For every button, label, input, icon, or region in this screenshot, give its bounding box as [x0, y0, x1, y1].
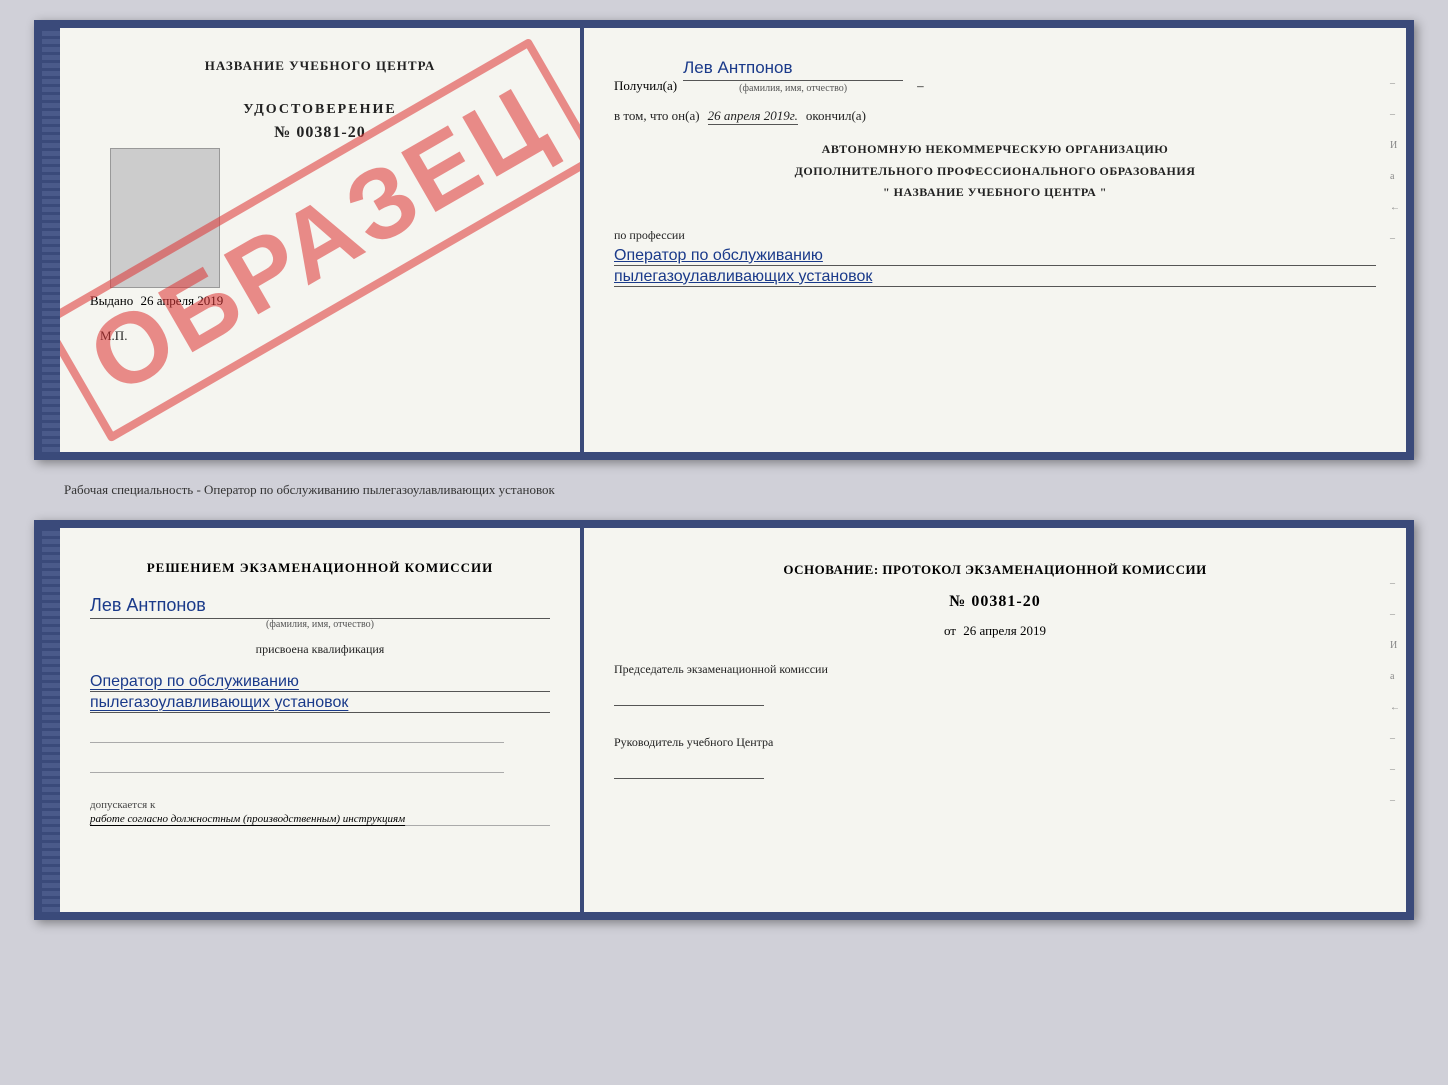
profession-value-line1: Оператор по обслуживанию	[614, 247, 1376, 266]
profession-section: по профессии Оператор по обслуживанию пы…	[614, 218, 1376, 287]
org-block: АВТОНОМНУЮ НЕКОММЕРЧЕСКУЮ ОРГАНИЗАЦИЮ ДО…	[614, 139, 1376, 204]
allowed-section: допускается к работе согласно должностны…	[90, 795, 550, 826]
blank-line-2	[90, 755, 504, 773]
completed-date: 26 апреля 2019г.	[708, 108, 798, 125]
director-block: Руководитель учебного Центра	[614, 734, 1376, 779]
basis-label: Основание: протокол экзаменационной коми…	[614, 558, 1376, 581]
qualification-line2: пылегазоулавливающих установок	[90, 694, 550, 713]
recipient-line: Получил(а) Лев Антпонов (фамилия, имя, о…	[614, 58, 1376, 94]
org-line1: АВТОНОМНУЮ НЕКОММЕРЧЕСКУЮ ОРГАНИЗАЦИЮ	[614, 139, 1376, 161]
doc-spine-left	[42, 28, 60, 452]
fio-sublabel-bottom: (фамилия, имя, отчество)	[90, 619, 550, 630]
bottom-doc-left-panel: Решением экзаменационной комиссии Лев Ан…	[60, 528, 580, 912]
issued-date: 26 апреля 2019	[141, 293, 224, 308]
chairman-block: Председатель экзаменационной комиссии	[614, 661, 1376, 706]
chairman-signature-line	[614, 686, 764, 706]
profession-label: по профессии	[614, 228, 1376, 243]
separator-text: Рабочая специальность - Оператор по обсл…	[34, 478, 1414, 502]
photo-placeholder	[110, 148, 220, 288]
doc-title: НАЗВАНИЕ УЧЕБНОГО ЦЕНТРА	[205, 58, 436, 74]
fio-sublabel: (фамилия, имя, отчество)	[683, 83, 903, 94]
qualification-section: Оператор по обслуживанию пылегазоулавлив…	[90, 669, 550, 713]
blank-line-1	[90, 725, 504, 743]
mp-label: М.П.	[100, 328, 127, 344]
protocol-date-prefix: от	[944, 623, 956, 638]
side-marks-top: – – И а ← –	[1390, 78, 1400, 244]
director-label: Руководитель учебного Центра	[614, 734, 1376, 751]
cert-number: № 00381-20	[243, 124, 396, 142]
received-label: Получил(а)	[614, 78, 677, 94]
date-completed-line: в том, что он(а) 26 апреля 2019г. окончи…	[614, 108, 1376, 125]
protocol-date: 26 апреля 2019	[963, 623, 1046, 638]
allowed-work: работе согласно должностным (производств…	[90, 813, 550, 826]
chairman-label: Председатель экзаменационной комиссии	[614, 661, 1376, 678]
cert-type: УДОСТОВЕРЕНИЕ	[243, 102, 396, 118]
bottom-document: Решением экзаменационной комиссии Лев Ан…	[34, 520, 1414, 920]
dash-top: –	[917, 78, 924, 94]
profession-value-line2: пылегазоулавливающих установок	[614, 268, 1376, 287]
top-doc-left-panel: НАЗВАНИЕ УЧЕБНОГО ЦЕНТРА УДОСТОВЕРЕНИЕ №…	[60, 28, 580, 452]
issued-label: Выдано 26 апреля 2019	[90, 293, 223, 308]
recipient-name: Лев Антпонов	[683, 58, 903, 81]
in-that-label: в том, что он(а)	[614, 108, 700, 124]
assigned-label: присвоена квалификация	[90, 642, 550, 657]
qualification-line1: Оператор по обслуживанию	[90, 673, 550, 692]
director-signature-line	[614, 759, 764, 779]
bottom-doc-right-panel: Основание: протокол экзаменационной коми…	[584, 528, 1406, 912]
completed-label: окончил(а)	[806, 108, 866, 124]
person-name-bottom: Лев Антпонов	[90, 595, 550, 619]
side-marks-bottom: – – И а ← – – –	[1390, 578, 1400, 806]
org-name: " НАЗВАНИЕ УЧЕБНОГО ЦЕНТРА "	[614, 182, 1376, 204]
allowed-prefix: допускается к	[90, 799, 155, 813]
protocol-number: № 00381-20	[614, 593, 1376, 611]
top-doc-right-panel: Получил(а) Лев Антпонов (фамилия, имя, о…	[584, 28, 1406, 452]
exam-decision: Решением экзаменационной комиссии	[90, 558, 550, 579]
doc-spine-bottom	[42, 528, 60, 912]
top-document: НАЗВАНИЕ УЧЕБНОГО ЦЕНТРА УДОСТОВЕРЕНИЕ №…	[34, 20, 1414, 460]
protocol-date-line: от 26 апреля 2019	[614, 623, 1376, 639]
org-line2: ДОПОЛНИТЕЛЬНОГО ПРОФЕССИОНАЛЬНОГО ОБРАЗО…	[614, 161, 1376, 183]
